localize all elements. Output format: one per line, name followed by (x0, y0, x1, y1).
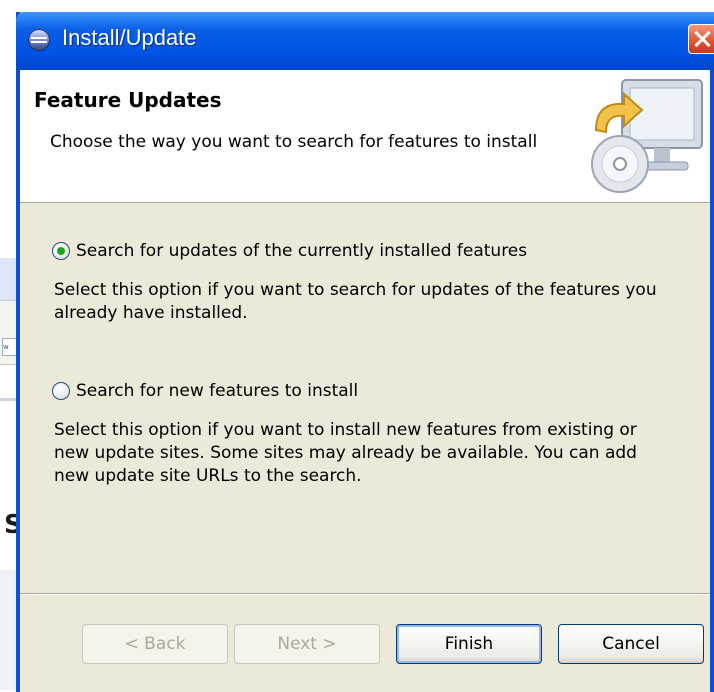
install-update-dialog: Install/Update Feature Updates Choose th… (16, 12, 714, 692)
close-button[interactable] (688, 24, 714, 54)
wizard-header: Feature Updates Choose the way you want … (20, 70, 710, 203)
option-update-installed-description: Select this option if you want to search… (54, 280, 657, 323)
option-update-installed-label[interactable]: Search for updates of the currently inst… (76, 241, 527, 261)
radio-new-features[interactable] (52, 382, 70, 400)
back-button[interactable]: < Back (82, 624, 228, 664)
install-monitor-icon (591, 79, 703, 193)
button-bar-separator (20, 593, 710, 595)
page-title: Feature Updates (34, 88, 222, 112)
cancel-button[interactable]: Cancel (558, 624, 704, 664)
eclipse-icon (28, 29, 50, 51)
next-button[interactable]: Next > (234, 624, 380, 664)
radio-update-installed[interactable] (52, 242, 70, 260)
window-title: Install/Update (62, 25, 197, 50)
option-new-features-description: Select this option if you want to instal… (54, 420, 637, 486)
option-new-features[interactable]: Search for new features to install (52, 381, 358, 401)
title-bar[interactable]: Install/Update (16, 12, 714, 70)
finish-button[interactable]: Finish (396, 624, 542, 664)
wizard-content: Search for updates of the currently inst… (20, 203, 710, 603)
page-description: Choose the way you want to search for fe… (50, 132, 538, 152)
option-update-installed[interactable]: Search for updates of the currently inst… (52, 241, 527, 261)
option-new-features-label[interactable]: Search for new features to install (76, 381, 358, 401)
